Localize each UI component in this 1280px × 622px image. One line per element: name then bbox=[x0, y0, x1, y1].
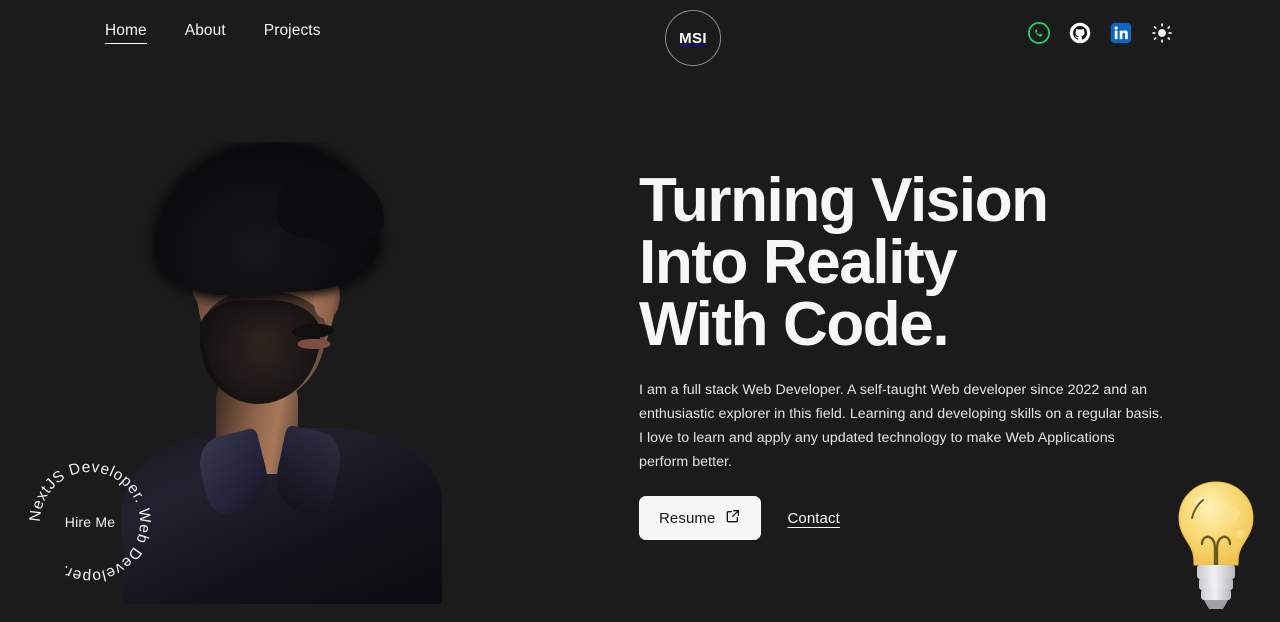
sun-icon bbox=[1151, 22, 1173, 47]
site-logo[interactable]: MSI bbox=[665, 10, 721, 66]
resume-button-label: Resume bbox=[659, 509, 716, 527]
hero-content: Turning Vision Into Reality With Code. I… bbox=[639, 170, 1179, 540]
nav-item-about[interactable]: About bbox=[185, 22, 226, 43]
github-icon bbox=[1069, 22, 1091, 47]
headline-line-3: With Code. bbox=[639, 290, 950, 359]
theme-toggle-button[interactable] bbox=[1150, 22, 1174, 46]
portrait-image bbox=[108, 142, 444, 604]
portrait-moustache bbox=[291, 322, 335, 340]
lightbulb-icon bbox=[1166, 472, 1266, 622]
whatsapp-link[interactable] bbox=[1027, 21, 1051, 47]
portrait-art bbox=[108, 142, 444, 604]
nav-item-projects[interactable]: Projects bbox=[264, 22, 321, 43]
contact-link[interactable]: Contact bbox=[787, 510, 839, 527]
linkedin-icon bbox=[1110, 22, 1132, 47]
hire-me-badge[interactable]: NextJS Developer. Web Developer. Hire Me bbox=[22, 454, 158, 590]
headline-line-2: Into Reality bbox=[639, 228, 958, 297]
badge-center-label: Hire Me bbox=[64, 514, 116, 530]
github-link[interactable] bbox=[1068, 22, 1092, 46]
linkedin-link[interactable] bbox=[1109, 22, 1133, 46]
headline-line-1: Turning Vision bbox=[639, 166, 1049, 235]
main-navigation: Home About Projects bbox=[105, 22, 321, 44]
hero-bio-text: I am a full stack Web Developer. A self-… bbox=[639, 382, 1164, 470]
social-links bbox=[1027, 21, 1174, 47]
whatsapp-icon bbox=[1028, 21, 1050, 47]
hero-actions: Resume Contact bbox=[639, 496, 1179, 540]
hero-section: NextJS Developer. Web Developer. Hire Me… bbox=[0, 72, 1280, 622]
page-title: Turning Vision Into Reality With Code. bbox=[639, 170, 1179, 356]
resume-button[interactable]: Resume bbox=[639, 496, 762, 540]
nav-item-home[interactable]: Home bbox=[105, 22, 147, 44]
external-link-icon bbox=[725, 508, 741, 528]
site-header: Home About Projects MSI bbox=[0, 0, 1280, 72]
portrait-lips bbox=[298, 339, 330, 349]
logo-monogram-text: MSI bbox=[679, 29, 707, 47]
